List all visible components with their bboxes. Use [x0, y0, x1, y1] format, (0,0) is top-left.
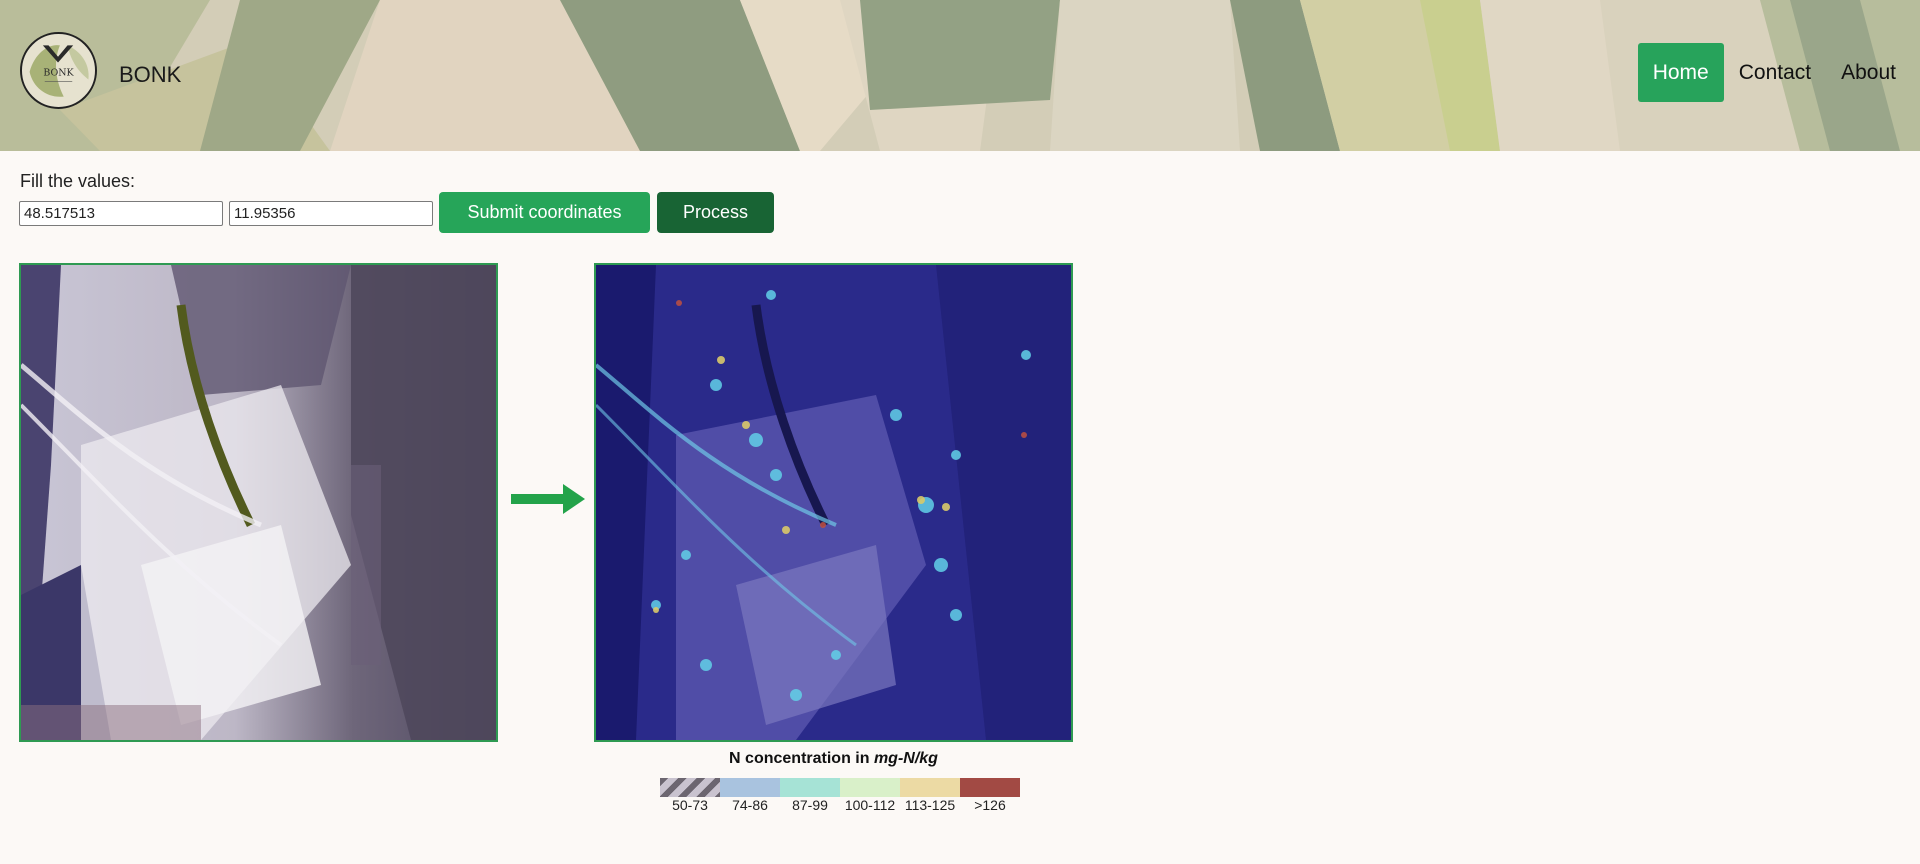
heatmap-render — [596, 265, 1071, 740]
nitrogen-heatmap-image — [594, 263, 1073, 742]
legend-swatch-2 — [720, 778, 780, 797]
brand-name[interactable]: BONK — [119, 62, 181, 88]
nav-contact[interactable]: Contact — [1724, 43, 1826, 102]
nav-home[interactable]: Home — [1637, 43, 1724, 102]
legend-title: N concentration in mg-N/kg — [594, 750, 1073, 768]
longitude-input[interactable] — [229, 201, 433, 226]
legend-color-bar — [660, 778, 1020, 797]
legend-swatch-5 — [900, 778, 960, 797]
legend-swatch-3 — [780, 778, 840, 797]
legend-label: 74-86 — [732, 797, 768, 813]
legend-labels: 50-73 74-86 87-99 100-112 113-125 >126 — [660, 797, 1020, 813]
legend-title-text: N concentration in — [729, 750, 874, 767]
arrow-right-icon — [511, 484, 585, 514]
legend-swatch-4 — [840, 778, 900, 797]
main-nav: Home Contact About — [1637, 43, 1920, 102]
legend-label: >126 — [974, 797, 1006, 813]
form-prompt: Fill the values: — [20, 171, 136, 191]
latitude-input[interactable] — [19, 201, 223, 226]
satellite-input-image — [19, 263, 498, 742]
farmland-banner-image — [0, 0, 1920, 151]
header-banner: BONK BONK Home Contact About — [0, 0, 1920, 151]
submit-coordinates-button[interactable]: Submit coordinates — [439, 192, 650, 233]
legend-title-unit: mg-N/kg — [873, 750, 938, 767]
bonk-logo[interactable]: BONK — [20, 32, 97, 109]
nav-about[interactable]: About — [1826, 43, 1911, 102]
legend-label: 87-99 — [792, 797, 828, 813]
logo-emblem-icon: BONK — [22, 34, 95, 107]
legend-label: 113-125 — [904, 797, 956, 813]
legend-swatch-1 — [660, 778, 720, 797]
process-button[interactable]: Process — [657, 192, 774, 233]
legend-swatch-6 — [960, 778, 1020, 797]
legend-label: 50-73 — [672, 797, 708, 813]
legend-label: 100-112 — [844, 797, 896, 813]
logo-text: BONK — [43, 68, 74, 79]
satellite-image-render — [21, 265, 496, 740]
